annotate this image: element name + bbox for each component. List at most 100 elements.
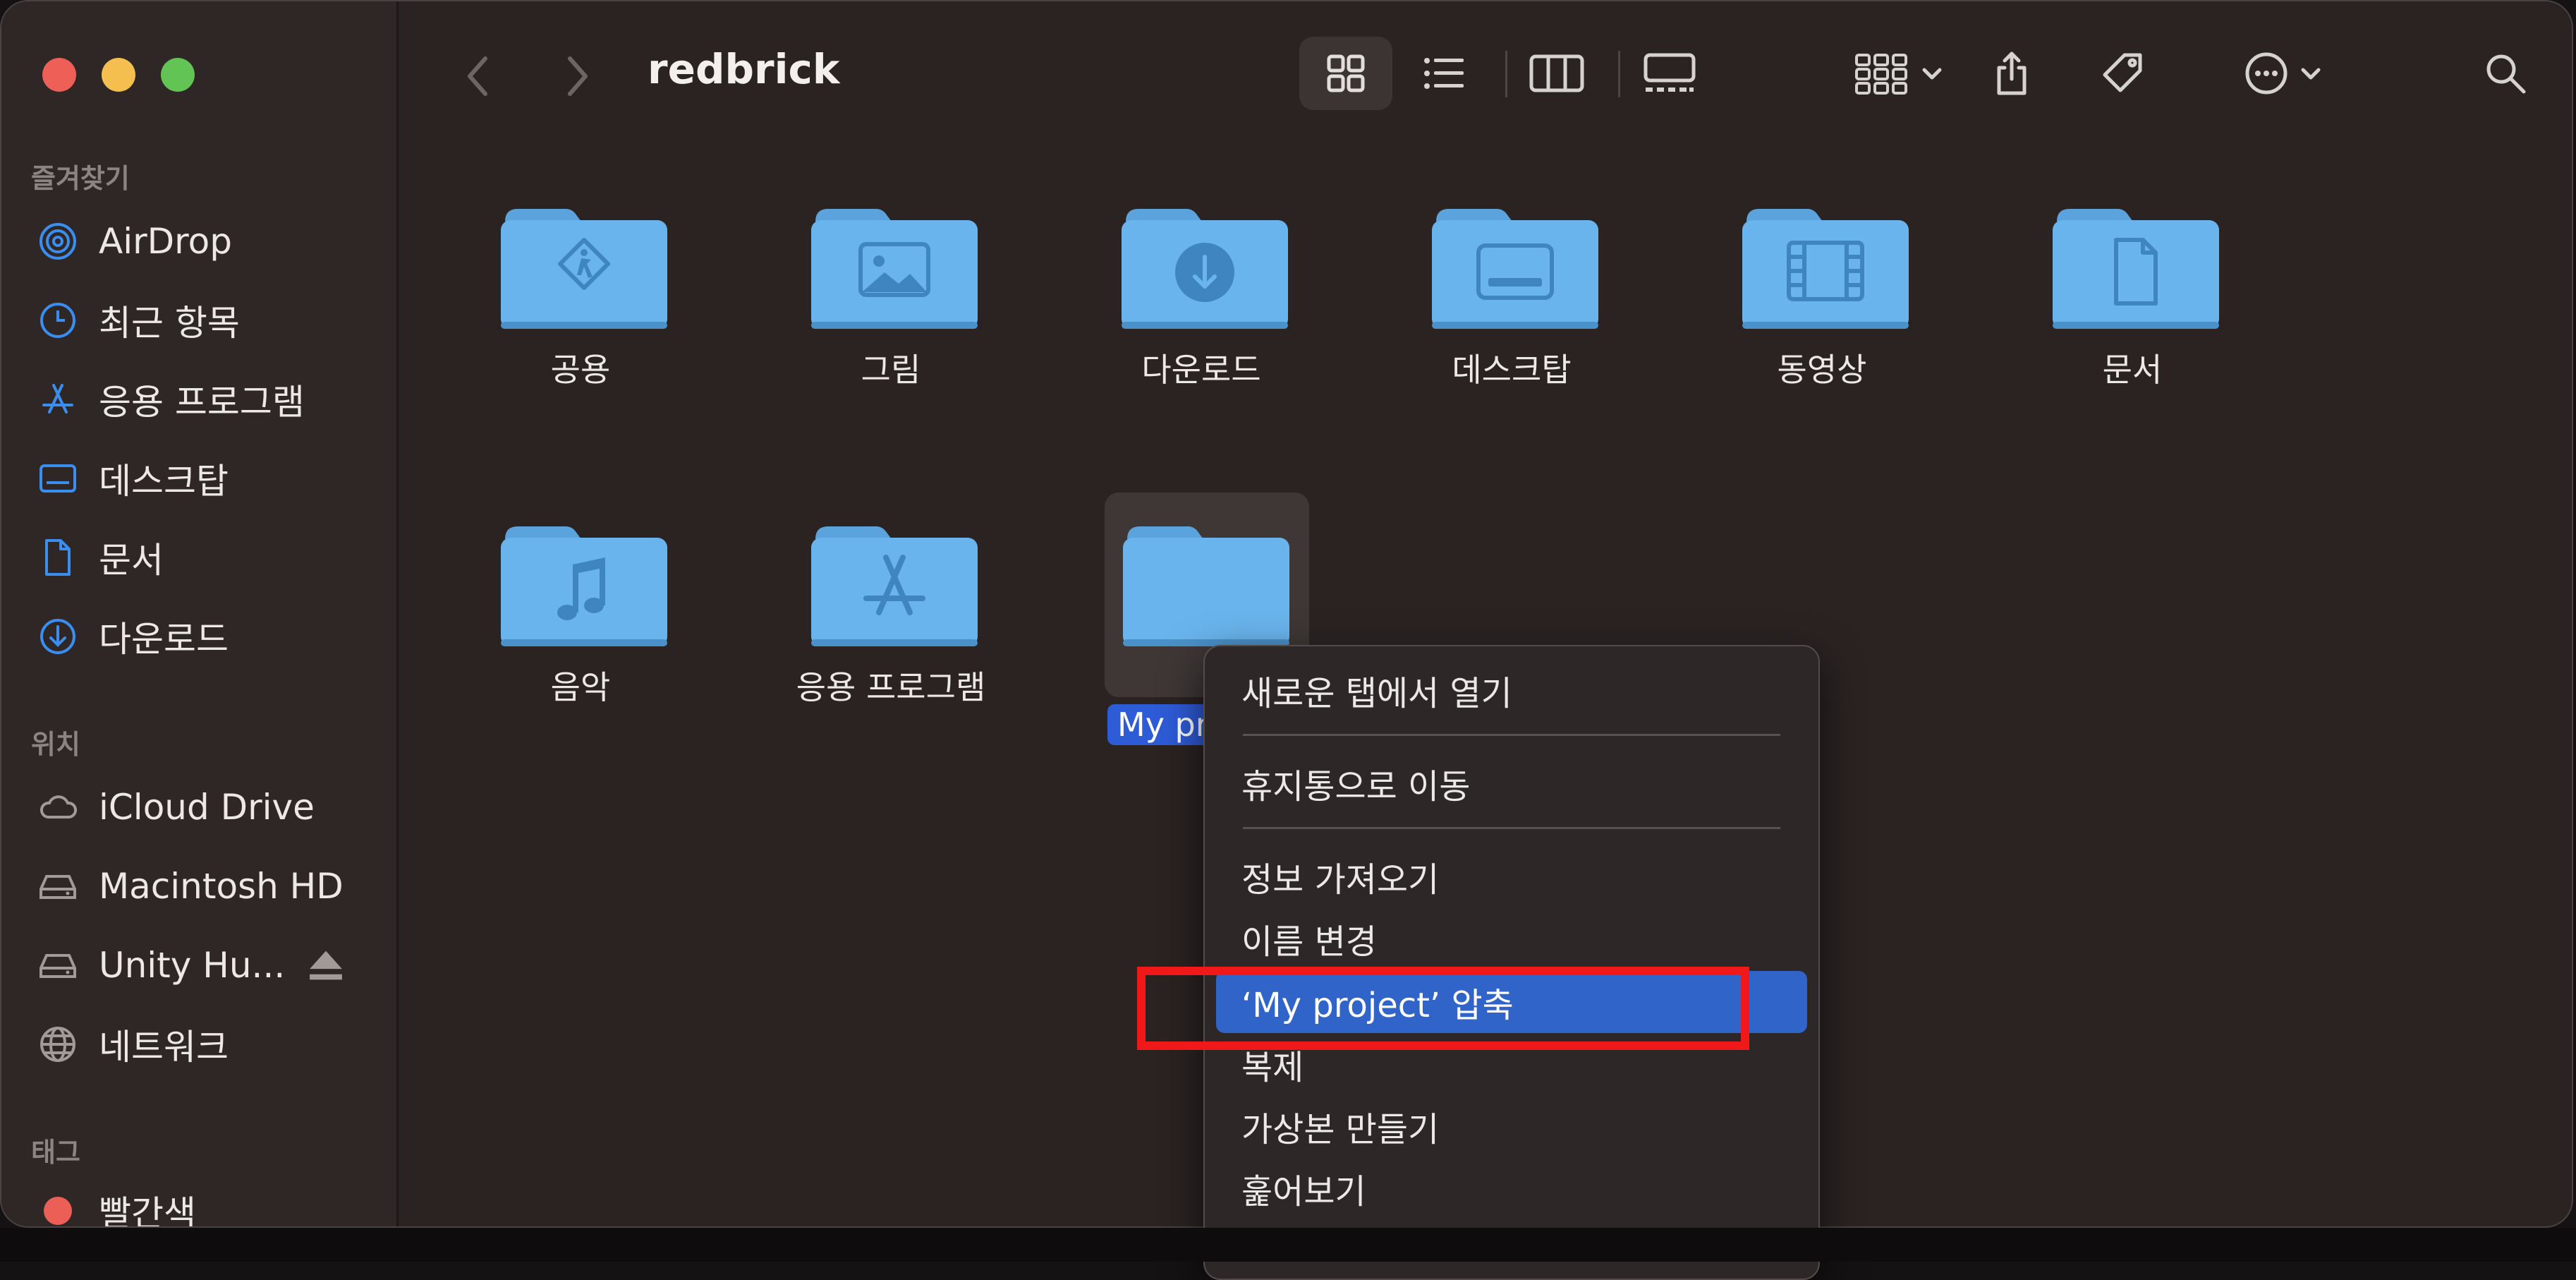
sidebar-item-macintosh-hd[interactable]: Macintosh HD — [35, 858, 374, 914]
highlight-annotation-box — [1137, 967, 1749, 1050]
list-icon — [1424, 58, 1464, 89]
sidebar-item-airdrop[interactable]: AirDrop — [35, 213, 374, 270]
file-item[interactable]: 응용 프로그램 — [796, 495, 986, 708]
menu-separator — [1243, 734, 1780, 736]
file-label: 공용 — [550, 351, 611, 389]
sidebar: 즐겨찾기 AirDrop 최근 항목 응용 프로그램 데스크탑 문서 다운로드 … — [1, 1, 399, 1226]
file-label: 음악 — [550, 668, 611, 706]
sidebar-item-recents[interactable]: 최근 항목 — [35, 292, 374, 349]
tag-color-dot — [44, 1197, 72, 1225]
sidebar-item-label: Macintosh HD — [99, 866, 344, 907]
sidebar-item-icloud[interactable]: iCloud Drive — [35, 779, 374, 835]
file-label: 응용 프로그램 — [796, 668, 986, 706]
menu-item-open-in-new-tab[interactable]: 새로운 탭에서 열기 — [1241, 659, 1512, 721]
grid-icon — [1327, 54, 1365, 92]
minimize-button[interactable] — [102, 58, 135, 92]
pictures-folder-icon — [811, 205, 978, 329]
icon-view-button[interactable] — [1299, 37, 1392, 110]
download-icon — [35, 614, 80, 659]
eject-icon[interactable] — [306, 946, 346, 985]
chevron-right-icon — [568, 56, 588, 96]
selected-file-label-wrap: My pr — [1107, 704, 1219, 745]
tag-icon — [2103, 53, 2142, 92]
sidebar-item-label: Unity Hu... — [99, 945, 286, 986]
file-item[interactable]: 음악 — [485, 495, 676, 708]
desktop-icon — [35, 456, 80, 501]
applications-icon — [35, 377, 80, 422]
menu-separator — [1243, 827, 1780, 829]
file-item[interactable]: 그림 — [796, 178, 986, 391]
file-item[interactable]: 동영상 — [1727, 178, 1917, 391]
file-label[interactable]: My pr — [1107, 704, 1219, 745]
sidebar-item-label: 데스크탑 — [99, 461, 229, 502]
movies-folder-icon — [1742, 205, 1909, 329]
sidebar-item-label: 네트워크 — [99, 1027, 229, 1068]
ellipsis-circle-icon — [2245, 52, 2288, 95]
gallery-view-button[interactable] — [1631, 37, 1708, 110]
menu-item-quick-look[interactable]: 훑어보기 — [1241, 1157, 1366, 1219]
file-item[interactable]: 문서 — [2037, 178, 2228, 391]
group-grid-icon — [1855, 54, 1907, 95]
context-menu: 새로운 탭에서 열기 휴지통으로 이동 정보 가져오기 이름 변경 ‘My pr… — [1203, 645, 1820, 1280]
file-label: 문서 — [2102, 351, 2163, 389]
globe-icon — [35, 1022, 80, 1067]
desktop-background-strip — [0, 1228, 2576, 1262]
toolbar: redbrick — [396, 1, 2572, 143]
sidebar-item-label: 응용 프로그램 — [99, 382, 305, 423]
desktop-folder-icon — [1432, 205, 1598, 329]
locations-section-title: 위치 — [31, 729, 80, 760]
file-item[interactable]: 다운로드 — [1106, 178, 1296, 391]
list-view-button[interactable] — [1405, 37, 1483, 110]
chevron-down-icon — [1922, 68, 1942, 80]
menu-item-rename[interactable]: 이름 변경 — [1241, 907, 1377, 970]
file-item[interactable]: 데스크탑 — [1416, 178, 1607, 391]
sidebar-item-label: 빨간색 — [99, 1193, 196, 1228]
favorites-section-title: 즐겨찾기 — [31, 163, 130, 194]
drive-icon — [35, 864, 80, 909]
file-item[interactable]: 공용 — [485, 178, 676, 391]
toolbar-divider — [1505, 51, 1507, 97]
share-icon — [1997, 52, 2027, 95]
tags-button[interactable] — [2088, 37, 2158, 110]
file-label: 데스크탑 — [1452, 351, 1572, 389]
group-by-button[interactable] — [1842, 37, 1955, 110]
forward-button[interactable] — [556, 48, 598, 104]
sidebar-item-tag-red[interactable]: 빨간색 — [35, 1183, 374, 1228]
zoom-button[interactable] — [161, 58, 195, 92]
sidebar-item-label: 문서 — [99, 540, 164, 581]
menu-item-move-to-trash[interactable]: 휴지통으로 이동 — [1241, 752, 1470, 814]
share-button[interactable] — [1976, 37, 2047, 110]
sidebar-item-downloads[interactable]: 다운로드 — [35, 608, 374, 665]
sidebar-item-applications[interactable]: 응용 프로그램 — [35, 371, 374, 428]
sidebar-item-label: iCloud Drive — [99, 787, 315, 828]
public-folder-icon — [501, 205, 667, 329]
file-label: 그림 — [861, 351, 921, 389]
columns-icon — [1529, 54, 1584, 92]
window-title: redbrick — [648, 45, 840, 93]
more-actions-button[interactable] — [2230, 37, 2336, 110]
back-button[interactable] — [457, 48, 499, 104]
column-view-button[interactable] — [1518, 37, 1596, 110]
gallery-icon — [1644, 53, 1696, 92]
documents-folder-icon — [2053, 205, 2219, 329]
applications-folder-icon — [811, 522, 978, 646]
menu-item-make-alias[interactable]: 가상본 만들기 — [1241, 1095, 1439, 1157]
sidebar-item-documents[interactable]: 문서 — [35, 529, 374, 586]
close-button[interactable] — [42, 58, 76, 92]
music-folder-icon — [501, 522, 667, 646]
cloud-icon — [35, 785, 80, 830]
sidebar-item-network[interactable]: 네트워크 — [35, 1016, 374, 1073]
toolbar-divider — [1618, 51, 1620, 97]
tags-section-title: 태그 — [31, 1137, 80, 1168]
chevron-left-icon — [468, 56, 487, 96]
sidebar-item-unity-hub[interactable]: Unity Hu... — [35, 937, 374, 994]
sidebar-item-label: 다운로드 — [99, 619, 229, 660]
sidebar-item-label: AirDrop — [99, 221, 232, 262]
window-controls — [42, 58, 195, 92]
search-button[interactable] — [2470, 37, 2541, 110]
airdrop-icon — [35, 219, 80, 264]
downloads-folder-icon — [1122, 205, 1288, 329]
sidebar-item-desktop[interactable]: 데스크탑 — [35, 450, 374, 507]
sidebar-item-label: 최근 항목 — [99, 303, 240, 344]
menu-item-get-info[interactable]: 정보 가져오기 — [1241, 845, 1439, 907]
